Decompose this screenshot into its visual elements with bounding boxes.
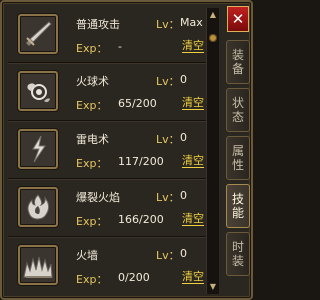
level-value: 0 [180,189,187,202]
clear-button[interactable]: 清空 [182,97,204,110]
skill-name: 普通攻击 [76,18,120,31]
skill-name: 火球术 [76,75,109,88]
skill-name: 雷电术 [76,133,109,146]
tab-attributes[interactable]: 属性 [226,136,250,180]
tab-label: 属性 [232,144,245,172]
exp-label: Exp： [76,215,108,228]
tab-skills[interactable]: 技能 [226,184,250,228]
scroll-thumb[interactable] [209,34,217,42]
scrollbar[interactable]: ▲ ▼ [206,8,219,294]
tab-fashion[interactable]: 时装 [226,232,250,276]
level-label: Lv： [156,18,180,31]
explosive-flame-icon[interactable] [18,187,58,227]
tab-label: 时装 [232,240,245,268]
fireball-icon[interactable] [18,71,58,111]
level-label: Lv： [156,249,180,262]
skill-row[interactable]: 普通攻击 Lv： Max Exp： - 清空 [8,6,208,62]
level-value: Max [180,16,203,29]
skill-row[interactable]: 火球术 Lv： 0 Exp： 65/200 清空 [8,62,208,119]
exp-label: Exp： [76,42,108,55]
tab-status[interactable]: 状态 [226,88,250,132]
sword-icon[interactable] [18,14,58,54]
scroll-down-arrow-icon[interactable]: ▼ [208,282,218,292]
exp-value: 65/200 [118,97,157,110]
exp-value: 0/200 [118,271,150,284]
exp-value: 166/200 [118,213,164,226]
skill-panel: 普通攻击 Lv： Max Exp： - 清空 火球术 Lv： 0 Exp： 65… [0,0,253,300]
level-value: 0 [180,247,187,260]
tab-label: 技能 [232,192,245,220]
clear-button[interactable]: 清空 [182,40,204,53]
level-value: 0 [180,73,187,86]
skill-row[interactable]: 爆裂火焰 Lv： 0 Exp： 166/200 清空 [8,178,208,235]
skill-list: 普通攻击 Lv： Max Exp： - 清空 火球术 Lv： 0 Exp： 65… [8,6,208,296]
exp-value: - [118,40,122,53]
exp-label: Exp： [76,273,108,286]
skill-row[interactable]: 雷电术 Lv： 0 Exp： 117/200 清空 [8,120,208,177]
level-label: Lv： [156,133,180,146]
level-label: Lv： [156,75,180,88]
exp-label: Exp： [76,157,108,170]
clear-button[interactable]: 清空 [182,155,204,168]
tab-label: 装备 [232,48,245,76]
tab-equipment[interactable]: 装备 [226,40,250,84]
lightning-icon[interactable] [18,129,58,169]
exp-label: Exp： [76,99,108,112]
level-label: Lv： [156,191,180,204]
clear-button[interactable]: 清空 [182,271,204,284]
level-value: 0 [180,131,187,144]
clear-button[interactable]: 清空 [182,213,204,226]
close-button[interactable]: ✕ [227,6,249,32]
tab-label: 状态 [232,96,245,124]
scroll-up-arrow-icon[interactable]: ▲ [208,10,218,20]
exp-value: 117/200 [118,155,164,168]
fire-wall-icon[interactable] [18,245,58,285]
skill-name: 爆裂火焰 [76,191,120,204]
skill-row[interactable]: 火墙 Lv： 0 Exp： 0/200 清空 [8,236,208,293]
skill-name: 火墙 [76,249,98,262]
